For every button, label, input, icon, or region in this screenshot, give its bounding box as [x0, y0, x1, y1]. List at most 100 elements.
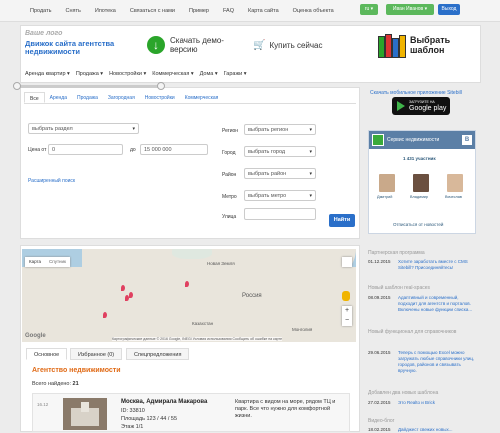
- news-date: 01.12.2015: [368, 259, 391, 264]
- listing-address[interactable]: Москва, Адмирала Макарова: [121, 399, 207, 405]
- vk-unsubscribe-link[interactable]: Отписаться от новостей: [393, 222, 443, 227]
- news-link[interactable]: Хотите заработать вместе с CMS Sitebill?…: [398, 259, 478, 271]
- top-nav-example[interactable]: Пример: [189, 8, 209, 14]
- top-nav-faq[interactable]: FAQ: [223, 8, 234, 14]
- metro-select[interactable]: выбрать метро ▾: [244, 190, 316, 201]
- tab-country[interactable]: Загородная: [103, 92, 140, 103]
- metro-label: Метро: [222, 194, 237, 200]
- news-link[interactable]: Теперь с помощью Excel можно загружать л…: [398, 350, 478, 374]
- buy-now-link[interactable]: 🛒 Купить сейчас: [253, 40, 323, 51]
- download-arrow-icon: ↓: [147, 36, 165, 54]
- news-link[interactable]: Адаптивный и современный, подходит для а…: [398, 295, 478, 313]
- search-submit-button[interactable]: Найти: [329, 214, 355, 227]
- advanced-search-link[interactable]: Расширенный поиск: [28, 178, 75, 184]
- google-play-small-text: ЗАГРУЗИТЕ НА: [409, 100, 435, 104]
- results-title: Агентство недвижимости: [32, 367, 121, 374]
- listing-floor: Этаж 1/1: [121, 424, 144, 430]
- partner-heading: Партнерская программа: [368, 250, 425, 256]
- metro-select-value: выбрать метро: [248, 193, 287, 199]
- price-to-label: до: [130, 147, 136, 153]
- tab-all[interactable]: Все: [24, 92, 45, 103]
- chevron-down-icon: ▾: [309, 171, 312, 177]
- map-marker[interactable]: [129, 292, 133, 298]
- buy-now-label: Купить сейчас: [269, 41, 323, 50]
- map[interactable]: Новая Земля Россия Казахстан Монголия Ка…: [22, 249, 356, 342]
- district-label: Район: [222, 172, 237, 178]
- top-nav-rent[interactable]: Снять: [65, 8, 80, 14]
- listing-photo[interactable]: [63, 398, 107, 430]
- map-marker[interactable]: [125, 295, 129, 301]
- top-nav-mortgage[interactable]: Ипотека: [95, 8, 116, 14]
- nav-garages[interactable]: Гаражи ▾: [224, 71, 247, 77]
- section-select-value: выбрать раздел: [32, 126, 73, 132]
- logo-placeholder[interactable]: Ваше лого: [25, 30, 62, 37]
- region-select[interactable]: выбрать регион ▾: [244, 124, 316, 135]
- nav-sale[interactable]: Продажа ▾: [76, 71, 103, 77]
- map-marker[interactable]: [103, 312, 107, 318]
- avatar[interactable]: [379, 174, 395, 192]
- tab-rent[interactable]: Аренда: [45, 92, 72, 103]
- price-from-input[interactable]: 0: [48, 144, 123, 155]
- tab-special-offers[interactable]: Спецпредложения: [126, 348, 190, 360]
- nav-new-buildings[interactable]: Новостройки ▾: [109, 71, 146, 77]
- zoom-in-button[interactable]: +: [342, 306, 352, 316]
- language-dropdown[interactable]: ru ▾: [360, 4, 378, 15]
- map-type-satellite[interactable]: Спутник: [45, 257, 70, 267]
- tab-sale[interactable]: Продажа: [72, 92, 103, 103]
- nav-rent-apartments[interactable]: Аренда квартир ▾: [25, 71, 70, 77]
- map-type-control: Карта Спутник: [25, 257, 71, 267]
- member-name[interactable]: Дмитрий: [377, 195, 392, 199]
- top-nav-contact[interactable]: Связаться с нами: [130, 8, 175, 14]
- google-play-badge[interactable]: ЗАГРУЗИТЕ НА Google play: [392, 97, 450, 115]
- list-item[interactable]: 16.12 Москва, Адмирала Макарова ID: 3381…: [32, 393, 350, 432]
- slider-handle-max[interactable]: [157, 82, 165, 90]
- price-range-slider[interactable]: [13, 82, 165, 90]
- member-name[interactable]: Владимир: [410, 195, 428, 199]
- chevron-down-icon: ▾: [309, 149, 312, 155]
- avatar[interactable]: [447, 174, 463, 192]
- price-from-value: 0: [52, 147, 56, 153]
- vk-member-count[interactable]: 1 431 участник: [403, 156, 436, 161]
- map-marker[interactable]: [121, 285, 125, 291]
- google-logo: Google: [25, 333, 46, 339]
- site-logo-text[interactable]: Движок сайта агентства недвижимости: [25, 40, 135, 56]
- fullscreen-icon[interactable]: [342, 257, 352, 267]
- tab-favorites[interactable]: Избранное (0): [70, 348, 123, 360]
- nav-commercial[interactable]: Коммерческая ▾: [152, 71, 193, 77]
- vk-widget-header[interactable]: Сервис недвижимости В: [369, 131, 475, 149]
- member-name[interactable]: Вячеслав: [445, 195, 462, 199]
- map-marker[interactable]: [185, 281, 189, 287]
- street-label: Улица: [222, 214, 237, 220]
- city-select[interactable]: выбрать город ▾: [244, 146, 316, 157]
- google-play-icon: [397, 101, 405, 111]
- zoom-out-button[interactable]: −: [342, 316, 352, 326]
- news-link[interactable]: Это Realto и Brick: [398, 400, 478, 406]
- logout-button[interactable]: Выход: [438, 4, 460, 15]
- tab-commercial[interactable]: Коммерческая: [180, 92, 224, 103]
- street-input[interactable]: [244, 208, 316, 220]
- books-icon: [376, 32, 406, 58]
- avatar[interactable]: [413, 174, 429, 192]
- map-copyright: Картографические данные © 2016 Google, I…: [112, 337, 283, 341]
- map-type-map[interactable]: Карта: [25, 257, 45, 267]
- district-select[interactable]: выбрать район ▾: [244, 168, 316, 179]
- top-nav-valuation[interactable]: Оценка объекта: [293, 8, 334, 14]
- user-dropdown[interactable]: Иван Иванов ▾: [386, 4, 434, 15]
- news-link[interactable]: Дайджест свежих новых...: [398, 427, 478, 433]
- nav-houses[interactable]: Дома ▾: [200, 71, 218, 77]
- mobile-app-link[interactable]: Скачать мобильное приложение Sitebill: [370, 90, 462, 96]
- download-demo-link[interactable]: ↓ Скачать демо-версию: [147, 36, 228, 54]
- top-nav-sell[interactable]: Продать: [30, 8, 51, 14]
- pegman-icon[interactable]: [342, 291, 350, 301]
- top-nav-sitemap[interactable]: Карта сайта: [248, 8, 279, 14]
- results-found-label: Всего найдено:: [32, 381, 72, 387]
- slider-handle-min[interactable]: [13, 82, 21, 90]
- tab-new-buildings[interactable]: Новостройки: [140, 92, 180, 103]
- choose-template-label: Выбрать шаблон: [410, 35, 451, 55]
- section-select[interactable]: выбрать раздел ▾: [28, 123, 139, 134]
- price-to-input[interactable]: 15 000 000: [140, 144, 208, 155]
- choose-template-link[interactable]: Выбрать шаблон: [376, 32, 452, 58]
- map-place-label: Россия: [242, 293, 262, 299]
- download-demo-label: Скачать демо-версию: [170, 36, 224, 54]
- tab-main[interactable]: Основное: [26, 348, 68, 360]
